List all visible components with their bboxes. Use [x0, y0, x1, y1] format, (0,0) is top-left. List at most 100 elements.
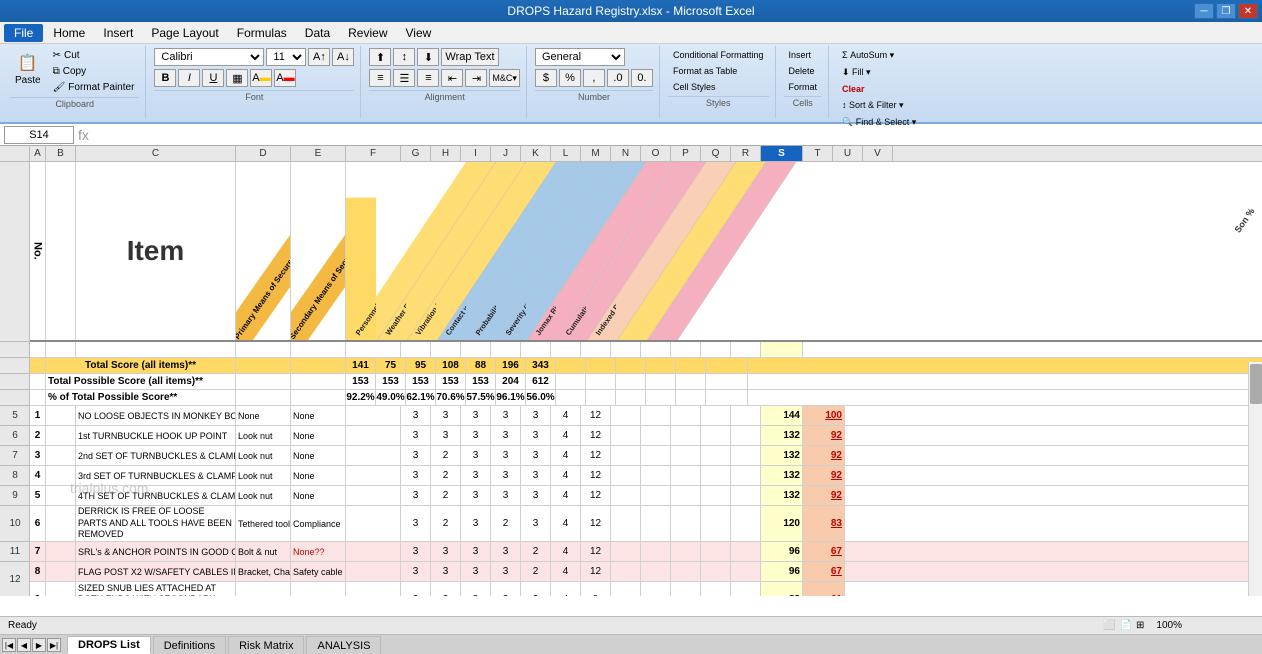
- merge-center-button[interactable]: M&C▾: [489, 69, 520, 87]
- diag-e: Secondary Means of Securement**: [291, 162, 346, 340]
- paste-button[interactable]: 📋 Paste: [10, 48, 46, 89]
- fill-color-button[interactable]: A▬: [250, 69, 272, 87]
- font-size-select[interactable]: 11: [266, 48, 306, 66]
- col-l[interactable]: L: [551, 146, 581, 161]
- currency-button[interactable]: $: [535, 69, 557, 87]
- close-btn[interactable]: ✕: [1238, 3, 1258, 19]
- copy-label: Copy: [63, 66, 86, 77]
- autosum-button[interactable]: Σ AutoSum ▾: [837, 48, 899, 63]
- indent-increase-button[interactable]: ⇥: [465, 69, 487, 87]
- copy-button[interactable]: ⧉ Copy: [48, 64, 140, 79]
- insert-cell-button[interactable]: Insert: [784, 48, 817, 62]
- view-menu[interactable]: View: [398, 24, 440, 42]
- col-b[interactable]: B: [46, 146, 76, 161]
- col-i[interactable]: I: [461, 146, 491, 161]
- page-layout-icon[interactable]: 📄: [1120, 620, 1132, 631]
- home-menu[interactable]: Home: [45, 24, 93, 42]
- align-middle-button[interactable]: ↕: [393, 48, 415, 66]
- status-ready: Ready: [8, 620, 37, 631]
- sheet-main: 5 6 7 8 9 10 11 12 13 14 15 16 No. Item: [0, 162, 1262, 596]
- tab-next-btn[interactable]: ▶: [32, 638, 46, 652]
- scrollbar-thumb[interactable]: [1250, 364, 1262, 404]
- col-p[interactable]: P: [671, 146, 701, 161]
- col-q[interactable]: Q: [701, 146, 731, 161]
- title-bar: DROPS Hazard Registry.xlsx - Microsoft E…: [0, 0, 1262, 22]
- wrap-text-button[interactable]: Wrap Text: [441, 48, 498, 66]
- format-cell-button[interactable]: Format: [784, 80, 823, 94]
- col-o[interactable]: O: [641, 146, 671, 161]
- item-header-cell: Item: [76, 162, 236, 340]
- normal-view-icon[interactable]: ⬜: [1103, 620, 1115, 631]
- page-layout-menu[interactable]: Page Layout: [143, 24, 226, 42]
- file-menu[interactable]: File: [4, 24, 43, 42]
- col-g[interactable]: G: [401, 146, 431, 161]
- grow-font-button[interactable]: A↑: [308, 48, 330, 66]
- conditional-formatting-button[interactable]: Conditional Formatting: [668, 48, 769, 62]
- col-t[interactable]: T: [803, 146, 833, 161]
- paste-label: Paste: [15, 75, 41, 86]
- tab-definitions[interactable]: Definitions: [153, 636, 226, 654]
- col-s[interactable]: S: [761, 146, 803, 161]
- col-d[interactable]: D: [236, 146, 291, 161]
- col-n[interactable]: N: [611, 146, 641, 161]
- col-c[interactable]: C: [76, 146, 236, 161]
- decimal-increase-button[interactable]: .0: [607, 69, 629, 87]
- col-j[interactable]: J: [491, 146, 521, 161]
- tab-first-btn[interactable]: |◀: [2, 638, 16, 652]
- col-k[interactable]: K: [521, 146, 551, 161]
- page-break-icon[interactable]: ⊞: [1136, 620, 1144, 631]
- percent-button[interactable]: %: [559, 69, 581, 87]
- tab-drops-list[interactable]: DROPS List: [67, 636, 151, 654]
- format-as-table-button[interactable]: Format as Table: [668, 64, 742, 78]
- align-right-button[interactable]: ≡: [417, 69, 439, 87]
- underline-button[interactable]: U: [202, 69, 224, 87]
- format-painter-button[interactable]: 🖌 Format Painter: [48, 80, 140, 95]
- decimal-decrease-button[interactable]: 0.: [631, 69, 653, 87]
- font-row1: Calibri 11 A↑ A↓: [154, 48, 354, 66]
- cut-button[interactable]: ✂ Cut: [48, 48, 140, 63]
- delete-cell-button[interactable]: Delete: [784, 64, 820, 78]
- formulas-menu[interactable]: Formulas: [229, 24, 295, 42]
- tab-prev-btn[interactable]: ◀: [17, 638, 31, 652]
- fill-button[interactable]: ⬇ Fill ▾: [837, 65, 876, 80]
- name-box[interactable]: [4, 126, 74, 144]
- bold-button[interactable]: B: [154, 69, 176, 87]
- clear-button[interactable]: Clear: [837, 82, 870, 96]
- align-top-button[interactable]: ⬆: [369, 48, 391, 66]
- comma-button[interactable]: ,: [583, 69, 605, 87]
- border-button[interactable]: ▦: [226, 69, 248, 87]
- review-menu[interactable]: Review: [340, 24, 395, 42]
- font-color-button[interactable]: A▬: [274, 69, 296, 87]
- col-f[interactable]: F: [346, 146, 401, 161]
- font-name-select[interactable]: Calibri: [154, 48, 264, 66]
- align-left-button[interactable]: ≡: [369, 69, 391, 87]
- sort-filter-button[interactable]: ↕ Sort & Filter ▾: [837, 98, 909, 113]
- col-r[interactable]: R: [731, 146, 761, 161]
- align-bottom-button[interactable]: ⬇: [417, 48, 439, 66]
- window-controls[interactable]: ─ ❐ ✕: [1194, 3, 1258, 19]
- shrink-font-button[interactable]: A↓: [332, 48, 354, 66]
- restore-btn[interactable]: ❐: [1216, 3, 1236, 19]
- tab-nav: |◀ ◀ ▶ ▶|: [0, 636, 63, 654]
- indent-decrease-button[interactable]: ⇤: [441, 69, 463, 87]
- data-menu[interactable]: Data: [297, 24, 338, 42]
- col-a[interactable]: A: [30, 146, 46, 161]
- minimize-btn[interactable]: ─: [1194, 3, 1214, 19]
- align-center-button[interactable]: ☰: [393, 69, 415, 87]
- formula-input[interactable]: [93, 126, 1258, 144]
- vertical-scrollbar[interactable]: [1248, 362, 1262, 596]
- col-u[interactable]: U: [833, 146, 863, 161]
- pct-possible-row: % of Total Possible Score** 92.2% 49.0% …: [30, 390, 1262, 406]
- col-v[interactable]: V: [863, 146, 893, 161]
- italic-button[interactable]: I: [178, 69, 200, 87]
- data-row-9: 9 KELLY HOSE HAS PROPERLY SIZED SNUB LIE…: [30, 582, 1262, 596]
- col-e[interactable]: E: [291, 146, 346, 161]
- number-format-select[interactable]: General: [535, 48, 625, 66]
- tab-analysis[interactable]: ANALYSIS: [306, 636, 381, 654]
- col-h[interactable]: H: [431, 146, 461, 161]
- tab-last-btn[interactable]: ▶|: [47, 638, 61, 652]
- insert-menu[interactable]: Insert: [95, 24, 141, 42]
- tab-risk-matrix[interactable]: Risk Matrix: [228, 636, 304, 654]
- cell-styles-button[interactable]: Cell Styles: [668, 80, 721, 94]
- col-m[interactable]: M: [581, 146, 611, 161]
